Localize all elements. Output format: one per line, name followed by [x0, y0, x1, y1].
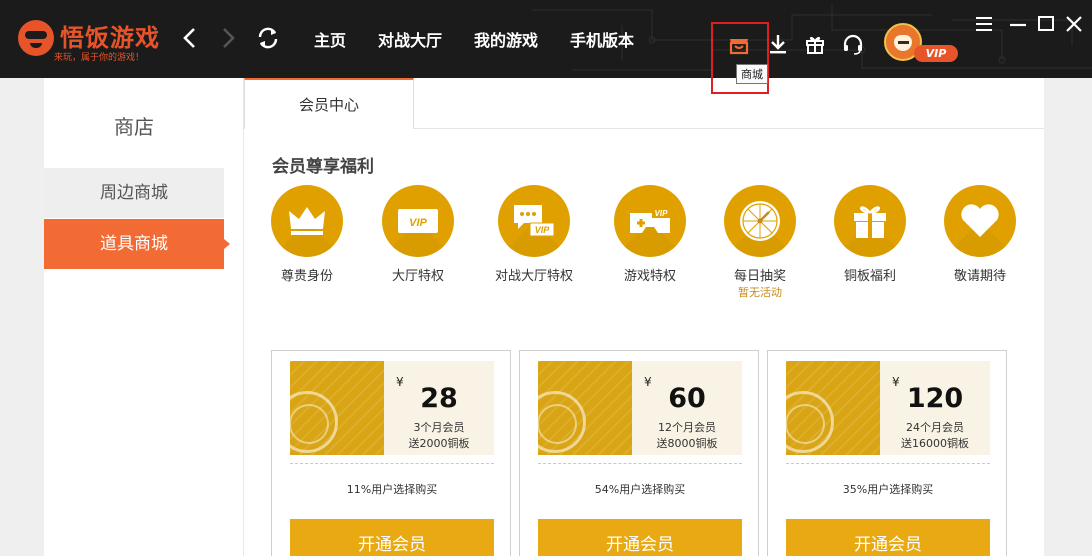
open-membership-button[interactable]: 开通会员: [786, 519, 990, 556]
gamepad-vip-icon: VIP: [630, 207, 670, 233]
postmark-icon: [786, 391, 834, 453]
minimize-button[interactable]: [1008, 14, 1028, 34]
forward-button[interactable]: [214, 24, 242, 52]
plan-price: 28: [420, 383, 458, 414]
chevron-right-icon: [223, 28, 235, 48]
refresh-button[interactable]: [254, 24, 282, 52]
app-logo[interactable]: 悟饭游戏 来玩，属于你的游戏！: [14, 14, 164, 64]
nav-battle-lobby[interactable]: 对战大厅: [378, 27, 442, 51]
postmark-icon: [538, 391, 586, 453]
back-button[interactable]: [176, 24, 204, 52]
benefit-lobby-privilege[interactable]: VIP 大厅特权: [363, 185, 473, 284]
sidebar-title: 商店: [114, 115, 154, 139]
sidebar: 商店 周边商城 道具商城: [44, 78, 244, 556]
nav-my-games[interactable]: 我的游戏: [474, 27, 538, 51]
ticket-stamp-art: [538, 361, 632, 455]
chat-vip-icon: VIP: [514, 205, 555, 237]
postmark-icon: [290, 391, 338, 453]
nav-home[interactable]: 主页: [314, 27, 346, 51]
hamburger-menu-icon: [976, 17, 992, 31]
tab-member-center[interactable]: 会员中心: [244, 78, 414, 129]
benefit-coming-soon[interactable]: 敬请期待: [925, 185, 1035, 284]
lottery-wheel-icon: [740, 201, 780, 241]
benefit-label: 大厅特权: [391, 269, 444, 284]
plan-card-3-months: ¥ 28 3个月会员 送2000铜板 11%用户选择购买 开通会员: [271, 350, 511, 556]
benefit-label: 每日抽奖: [733, 269, 786, 284]
maximize-icon: [1038, 16, 1054, 31]
plan-popularity: 35%用户选择购买: [842, 483, 934, 496]
title-bar: 悟饭游戏 来玩，属于你的游戏！ 主页 对战大厅 我的游戏 手机版本 VIP: [0, 0, 1092, 78]
plan-bonus: 送16000铜板: [901, 437, 969, 450]
gift-box-icon: [854, 206, 886, 238]
minimize-icon: [1010, 23, 1026, 27]
dashed-divider: [786, 463, 990, 464]
ticket-info: ¥ 28 3个月会员 送2000铜板: [384, 361, 494, 455]
benefit-label: 尊贵身份: [280, 269, 333, 284]
crown-icon: [289, 207, 325, 235]
plan-price: 120: [906, 383, 964, 414]
heart-icon: [961, 204, 999, 237]
menu-button[interactable]: [974, 14, 994, 34]
open-membership-button[interactable]: 开通会员: [290, 519, 494, 556]
benefit-vip-identity[interactable]: 尊贵身份: [252, 185, 362, 284]
svg-text:VIP: VIP: [409, 217, 427, 229]
benefit-game-privilege[interactable]: VIP 游戏特权: [595, 185, 705, 284]
benefit-label: 对战大厅特权: [494, 269, 573, 284]
section-title: 会员尊享福利: [272, 157, 374, 177]
plan-duration: 3个月会员: [413, 421, 465, 434]
plan-card-12-months: ¥ 60 12个月会员 送8000铜板 54%用户选择购买 开通会员: [519, 350, 759, 556]
benefit-coin-welfare[interactable]: 铜板福利: [815, 185, 925, 284]
vip-badge: VIP: [914, 45, 958, 62]
nav-mobile-version[interactable]: 手机版本: [570, 27, 634, 51]
benefit-label: 游戏特权: [623, 269, 676, 284]
dashed-divider: [538, 463, 742, 464]
support-button[interactable]: [841, 32, 865, 56]
gift-button[interactable]: [803, 32, 827, 56]
benefit-label: 铜板福利: [843, 269, 896, 284]
plan-popularity: 54%用户选择购买: [594, 483, 686, 496]
close-button[interactable]: [1064, 14, 1084, 34]
download-button[interactable]: [766, 32, 790, 56]
dashed-divider: [290, 463, 494, 464]
download-icon: [770, 35, 786, 54]
sidebar-item-merch-store[interactable]: 周边商城: [44, 168, 224, 218]
shop-tooltip: 商城: [736, 64, 768, 84]
lobby-vip-icon: VIP: [398, 209, 438, 233]
content-area: 会员中心 会员尊享福利 尊贵身份 VIP 大厅特权 VIP 对战大厅特权 VIP…: [244, 78, 1044, 556]
close-icon: [1066, 16, 1082, 32]
plan-bonus: 送2000铜板: [408, 437, 470, 450]
plan-duration: 12个月会员: [658, 421, 716, 434]
app-slogan: 来玩，属于你的游戏！: [54, 53, 145, 63]
plan-bonus: 送8000铜板: [656, 437, 718, 450]
maximize-button[interactable]: [1036, 14, 1056, 34]
plan-duration: 24个月会员: [906, 421, 964, 434]
svg-text:VIP: VIP: [535, 225, 551, 235]
plan-card-24-months: ¥ 120 24个月会员 送16000铜板 35%用户选择购买 开通会员: [767, 350, 1007, 556]
headset-icon: [843, 34, 863, 55]
main-panel: 商店 周边商城 道具商城 会员中心 会员尊享福利 尊贵身份 VIP 大厅特权 V…: [44, 78, 1044, 556]
ticket-info: ¥ 120 24个月会员 送16000铜板: [880, 361, 990, 455]
app-name: 悟饭游戏: [60, 24, 160, 52]
benefit-label: 敬请期待: [953, 269, 1006, 284]
chevron-left-icon: [183, 28, 195, 48]
benefit-battle-lobby-privilege[interactable]: VIP 对战大厅特权: [479, 185, 589, 284]
benefit-status: 暂无活动: [738, 286, 782, 299]
plan-popularity: 11%用户选择购买: [346, 483, 438, 496]
open-membership-button[interactable]: 开通会员: [538, 519, 742, 556]
monkey-logo-icon: [18, 20, 54, 56]
refresh-icon: [258, 27, 278, 49]
ticket-stamp-art: [290, 361, 384, 455]
benefit-daily-lottery[interactable]: 每日抽奖 暂无活动: [705, 185, 815, 300]
sidebar-item-item-store[interactable]: 道具商城: [44, 219, 230, 269]
svg-text:VIP: VIP: [655, 209, 669, 218]
plan-price: 60: [668, 383, 706, 414]
gift-icon: [806, 36, 824, 54]
ticket-stamp-art: [786, 361, 880, 455]
ticket-info: ¥ 60 12个月会员 送8000铜板: [632, 361, 742, 455]
